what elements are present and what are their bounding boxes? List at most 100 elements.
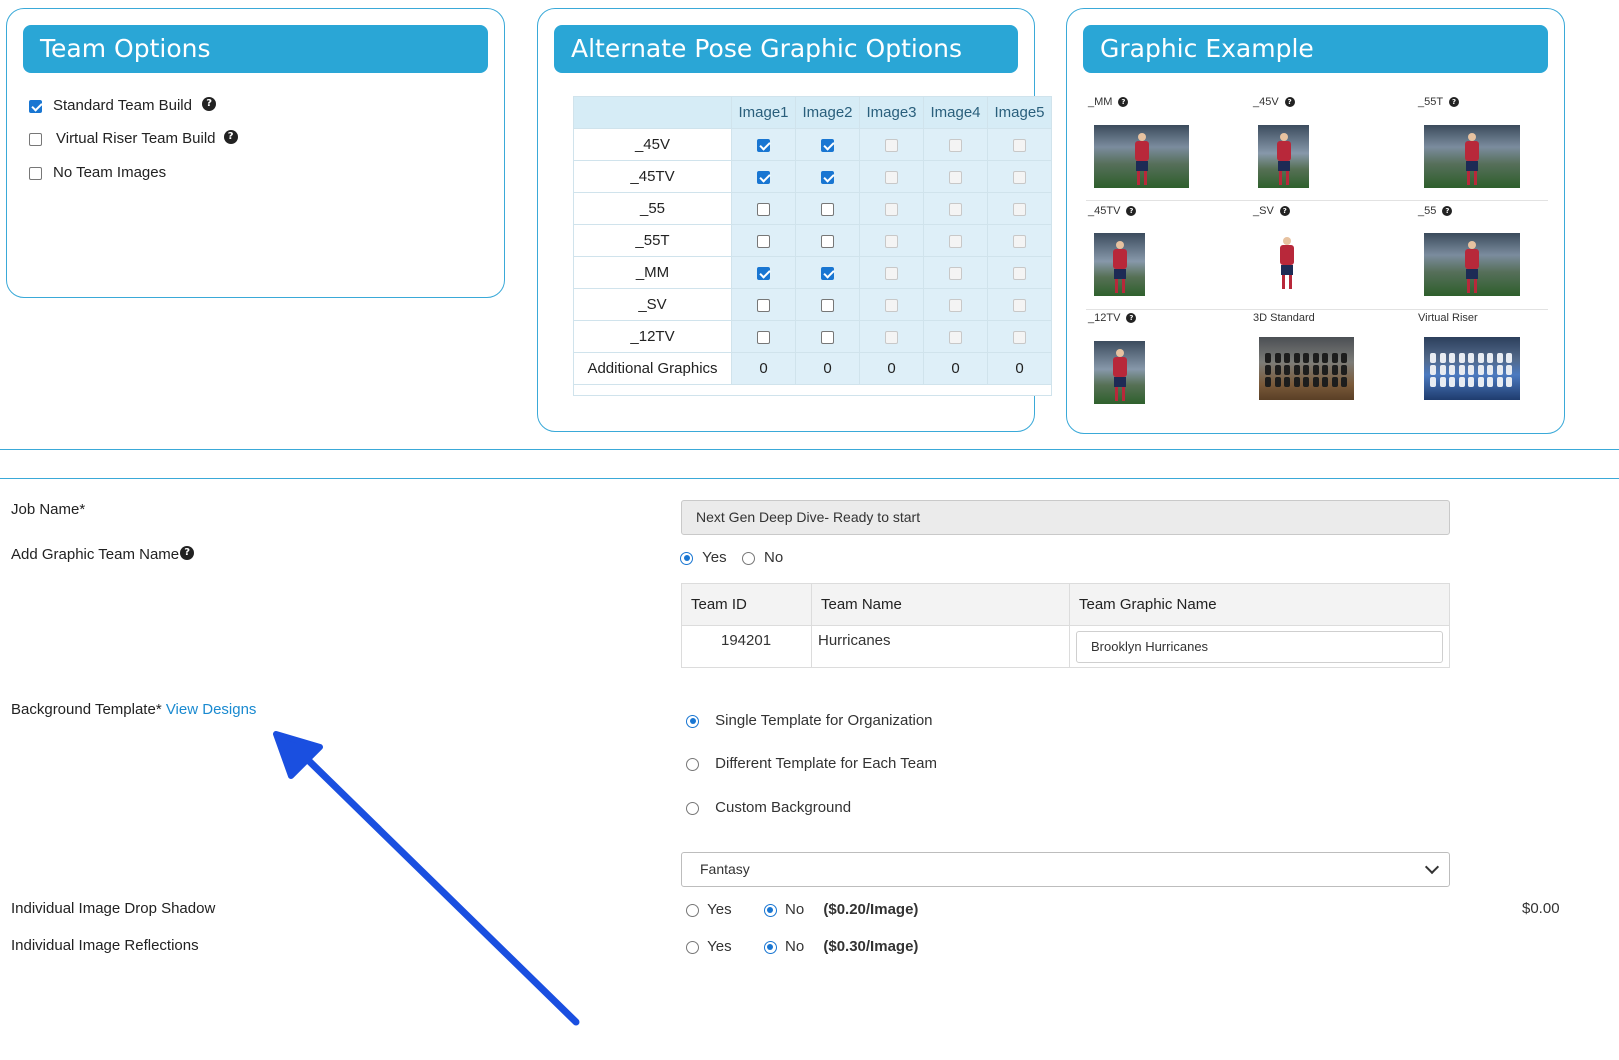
pose-checkbox[interactable] [757,170,770,184]
team-id-cell: 194201 [681,625,812,668]
column-header: Image2 [795,96,860,129]
virtual-riser-team-build-option[interactable]: Virtual Riser Team Build ? [29,130,238,147]
pose-cell [923,128,988,161]
virtual-riser-checkbox[interactable] [29,132,42,146]
reflections-yes-radio[interactable] [686,940,699,954]
no-team-images-checkbox[interactable] [29,166,42,180]
graphic-example-label: _55T? [1418,96,1460,108]
standard-team-build-label: Standard Team Build [53,97,192,114]
drop-shadow-yes-radio[interactable] [686,903,699,917]
no-team-images-option[interactable]: No Team Images [29,164,166,181]
pose-row-label: _MM [573,256,732,289]
graphic-example-thumbnail [1094,125,1189,188]
additional-graphics-value: 0 [731,352,796,385]
question-circle-icon[interactable]: ? [1118,97,1129,108]
graphic-team-name-no-radio[interactable] [741,551,755,565]
pose-checkbox[interactable] [821,202,834,216]
template-option-single[interactable]: Single Template for Organization [686,712,933,729]
pose-cell [859,320,924,353]
pose-cell [795,320,860,353]
pose-checkbox[interactable] [821,170,834,184]
custom-background-radio[interactable] [686,801,699,815]
team-member-icon [1496,365,1503,375]
pose-checkbox[interactable] [757,138,770,152]
pose-cell [795,160,860,193]
background-design-select[interactable]: Fantasy [681,852,1450,887]
pose-checkbox[interactable] [757,202,770,216]
pose-checkbox [949,298,962,312]
pose-cell [987,160,1052,193]
template-option-custom[interactable]: Custom Background [686,799,851,816]
question-circle-icon[interactable]: ? [180,546,195,560]
pose-checkbox[interactable] [821,298,834,312]
team-member-icon [1506,365,1512,375]
team-graphic-name-cell: Brooklyn Hurricanes [1069,625,1450,668]
pose-checkbox[interactable] [757,234,770,248]
reflections-no-radio[interactable] [763,940,777,954]
different-template-radio[interactable] [686,757,699,771]
pose-checkbox[interactable] [821,330,834,344]
team-member-icon [1468,377,1474,387]
drop-shadow-label: Individual Image Drop Shadow [11,900,216,917]
pose-checkbox[interactable] [757,266,770,280]
team-graphic-name-input[interactable]: Brooklyn Hurricanes [1076,631,1443,663]
pose-cell [987,192,1052,225]
question-circle-icon[interactable]: ? [223,130,238,144]
question-circle-icon[interactable]: ? [1279,206,1290,217]
pose-checkbox [1013,266,1026,280]
question-circle-icon[interactable]: ? [202,97,217,111]
graphic-example-thumbnail [1094,341,1145,404]
view-designs-link[interactable]: View Designs [166,701,257,718]
pose-cell [731,192,796,225]
question-circle-icon[interactable]: ? [1284,97,1295,108]
question-circle-icon[interactable]: ? [1442,206,1453,217]
graphic-example-label: _55? [1418,205,1453,217]
question-circle-icon[interactable]: ? [1126,313,1137,324]
team-member-icon [1506,353,1512,363]
pose-cell [731,160,796,193]
pose-checkbox[interactable] [821,234,834,248]
team-member-icon [1496,353,1503,363]
pose-checkbox[interactable] [821,266,834,280]
section-divider [0,449,1619,450]
single-template-radio[interactable] [686,714,699,728]
additional-graphics-label: Additional Graphics [573,352,732,385]
pose-checkbox[interactable] [757,298,770,312]
pose-row-label: _55T [573,224,732,257]
standard-team-build-option[interactable]: Standard Team Build ? [29,97,217,114]
table-row: _MM [573,256,1052,289]
team-member-icon [1293,377,1300,387]
team-id-header: Team ID [681,583,812,626]
team-options-title: Team Options [23,25,488,73]
pose-checkbox [949,138,962,152]
team-member-icon [1477,353,1484,363]
pose-row-label: _SV [573,288,732,321]
graphic-example-label-text: _MM [1088,96,1113,108]
graphic-team-name-yes-radio[interactable] [680,551,693,565]
pose-checkbox [1013,170,1026,184]
question-circle-icon[interactable]: ? [1449,97,1460,108]
pose-cell [923,160,988,193]
additional-graphics-value: 0 [795,352,860,385]
pose-cell [859,192,924,225]
team-graphic-name-value: Brooklyn Hurricanes [1091,639,1209,654]
standard-team-build-checkbox[interactable] [29,99,42,113]
team-member-icon [1331,377,1338,387]
drop-shadow-no-radio[interactable] [763,903,777,917]
job-name-input[interactable]: Next Gen Deep Dive- Ready to start [681,500,1450,535]
team-member-icon [1430,365,1436,375]
pose-cell [859,128,924,161]
pose-cell [795,288,860,321]
graphic-example-label: _12TV? [1088,312,1137,324]
team-options-panel: Team Options [6,8,505,298]
drop-shadow-options: Yes No ($0.20/Image) [686,901,918,918]
template-option-different[interactable]: Different Template for Each Team [686,755,937,772]
table-spacer-row [573,384,1052,396]
team-member-icon [1274,365,1281,375]
pose-checkbox[interactable] [821,138,834,152]
pose-checkbox [885,170,898,184]
pose-checkbox[interactable] [757,330,770,344]
question-circle-icon[interactable]: ? [1126,206,1137,217]
custom-background-label: Custom Background [715,799,852,816]
graphic-example-label: 3D Standard [1253,312,1315,324]
